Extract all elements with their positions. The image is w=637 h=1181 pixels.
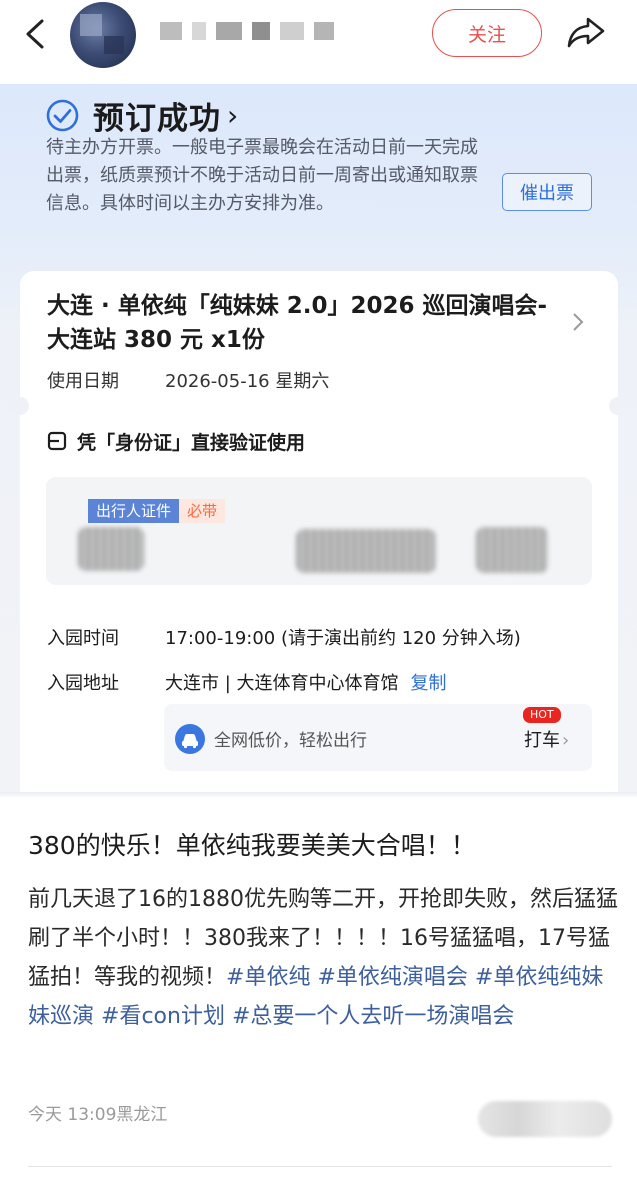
id-card-icon: [47, 431, 67, 451]
chevron-right-icon: ›: [227, 98, 239, 132]
taxi-action-button[interactable]: 打车 ›: [524, 726, 569, 752]
follow-button[interactable]: 关注: [432, 9, 542, 57]
entry-address-label: 入园地址: [47, 673, 119, 694]
traveler-id-tag: 出行人证件 必带: [88, 499, 226, 523]
post-title: 380的快乐！单依纯我要美美大合唱！！: [28, 831, 476, 860]
redacted-id-number: [296, 529, 436, 573]
redacted-id-number-tail: [476, 527, 548, 573]
top-nav-bar: 关注: [0, 0, 637, 84]
copy-address-link[interactable]: 复制: [411, 673, 447, 694]
entry-address-value: 大连市 | 大连体育中心体育馆: [165, 673, 399, 694]
entry-address-value-wrap: 大连市 | 大连体育中心体育馆 复制: [165, 669, 447, 695]
redacted-action-area: [478, 1101, 612, 1137]
post-body: 前几天退了16的1880优先购等二开，开抢即失败，然后猛猛刷了半个小时！！380…: [28, 880, 618, 1036]
hashtag[interactable]: #单依纯演唱会: [317, 965, 467, 990]
order-status-title: 预订成功: [93, 100, 221, 137]
verify-method-text: 凭「身份证」直接验证使用: [77, 431, 306, 454]
chevron-right-icon: ›: [562, 730, 570, 751]
ticket-title[interactable]: 大连 · 单依纯「纯妹妹 2.0」2026 巡回演唱会-大连站 380 元 x1…: [47, 289, 557, 357]
redacted-name: [78, 527, 144, 571]
ticket-card: 大连 · 单依纯「纯妹妹 2.0」2026 巡回演唱会-大连站 380 元 x1…: [11, 271, 627, 796]
id-tag-label: 出行人证件: [88, 499, 180, 523]
order-section: 预订成功 › 待主办方开票。一般电子票最晚会在活动日前一天完成出票，纸质票预计不…: [0, 84, 637, 796]
use-date-label: 使用日期: [47, 371, 119, 392]
share-icon[interactable]: [566, 14, 606, 50]
ticket-notch-right: [609, 397, 627, 415]
car-icon: [175, 724, 205, 754]
hashtag[interactable]: #看con计划: [101, 1004, 225, 1029]
use-date-value: 2026-05-16 星期六: [165, 371, 330, 392]
urge-ticket-button[interactable]: 催出票: [502, 173, 592, 211]
taxi-promo-banner[interactable]: 全网低价，轻松出行 HOT 打车 ›: [164, 704, 592, 771]
order-status-row[interactable]: 预订成功 ›: [46, 94, 239, 137]
entry-time-value: 17:00-19:00 (请于演出前约 120 分钟入场): [165, 628, 521, 649]
id-required-badge: 必带: [179, 499, 226, 523]
hashtag[interactable]: #总要一个人去听一场演唱会: [232, 1004, 514, 1029]
chevron-right-icon[interactable]: [571, 311, 585, 339]
avatar[interactable]: [70, 2, 136, 68]
bottom-divider: [28, 1166, 612, 1167]
post-meta-time-location: 今天 13:09黑龙江: [28, 1105, 168, 1125]
traveler-id-box: 出行人证件 必带: [46, 477, 592, 585]
section-divider-fade: [0, 792, 637, 798]
verify-method-row: 凭「身份证」直接验证使用: [47, 426, 305, 456]
username-pixelated[interactable]: [160, 18, 350, 44]
entry-time-label: 入园时间: [47, 628, 119, 649]
taxi-action-label: 打车: [524, 730, 560, 751]
taxi-promo-text: 全网低价，轻松出行: [214, 731, 367, 751]
hashtag[interactable]: #单依纯: [226, 965, 310, 990]
order-status-description: 待主办方开票。一般电子票最晚会在活动日前一天完成出票，纸质票预计不晚于活动日前一…: [46, 137, 478, 214]
hot-badge: HOT: [523, 707, 561, 723]
back-arrow-icon[interactable]: [18, 16, 54, 52]
check-circle-icon: [46, 99, 79, 131]
ticket-notch-left: [11, 397, 29, 415]
